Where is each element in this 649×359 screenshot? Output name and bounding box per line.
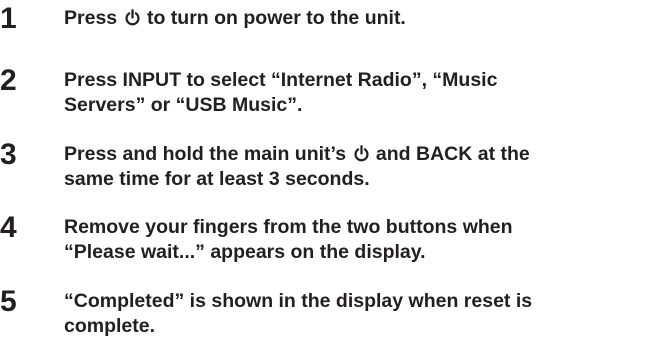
step-number: 4 xyxy=(0,211,17,244)
step-line: Press and hold the main unit’s and BACK … xyxy=(64,142,644,167)
step-text: “Completed” is shown in the display when… xyxy=(64,289,644,339)
step-number: 3 xyxy=(0,138,17,171)
step-line: “Completed” is shown in the display when… xyxy=(64,290,533,312)
step-line: Servers” or “USB Music”. xyxy=(64,94,303,116)
step-text-segment: Press xyxy=(64,7,123,29)
step-text-segment: Press and hold the main unit’s xyxy=(64,143,352,165)
step-text-segment: and BACK at the xyxy=(370,143,530,165)
reset-steps-list: 1 Press to turn on power to the unit. 2 … xyxy=(0,0,649,359)
step-text: Press to turn on power to the unit. xyxy=(64,6,644,31)
step-line: complete. xyxy=(64,315,156,337)
step-text: Press and hold the main unit’s and BACK … xyxy=(64,142,644,192)
step-line: same time for at least 3 seconds. xyxy=(64,168,370,190)
step-number: 2 xyxy=(0,64,17,97)
step-line: Press to turn on power to the unit. xyxy=(64,6,644,31)
step-line: Press INPUT to select “Internet Radio”, … xyxy=(64,69,498,91)
power-icon xyxy=(353,145,370,162)
power-icon xyxy=(124,9,141,26)
step-number: 5 xyxy=(0,285,17,318)
step-text: Press INPUT to select “Internet Radio”, … xyxy=(64,68,644,118)
step-line: Remove your fingers from the two buttons… xyxy=(64,216,513,238)
step-text: Remove your fingers from the two buttons… xyxy=(64,215,644,265)
step-number: 1 xyxy=(0,2,17,35)
step-line: “Please wait...” appears on the display. xyxy=(64,241,426,263)
step-text-segment: to turn on power to the unit. xyxy=(141,7,406,29)
